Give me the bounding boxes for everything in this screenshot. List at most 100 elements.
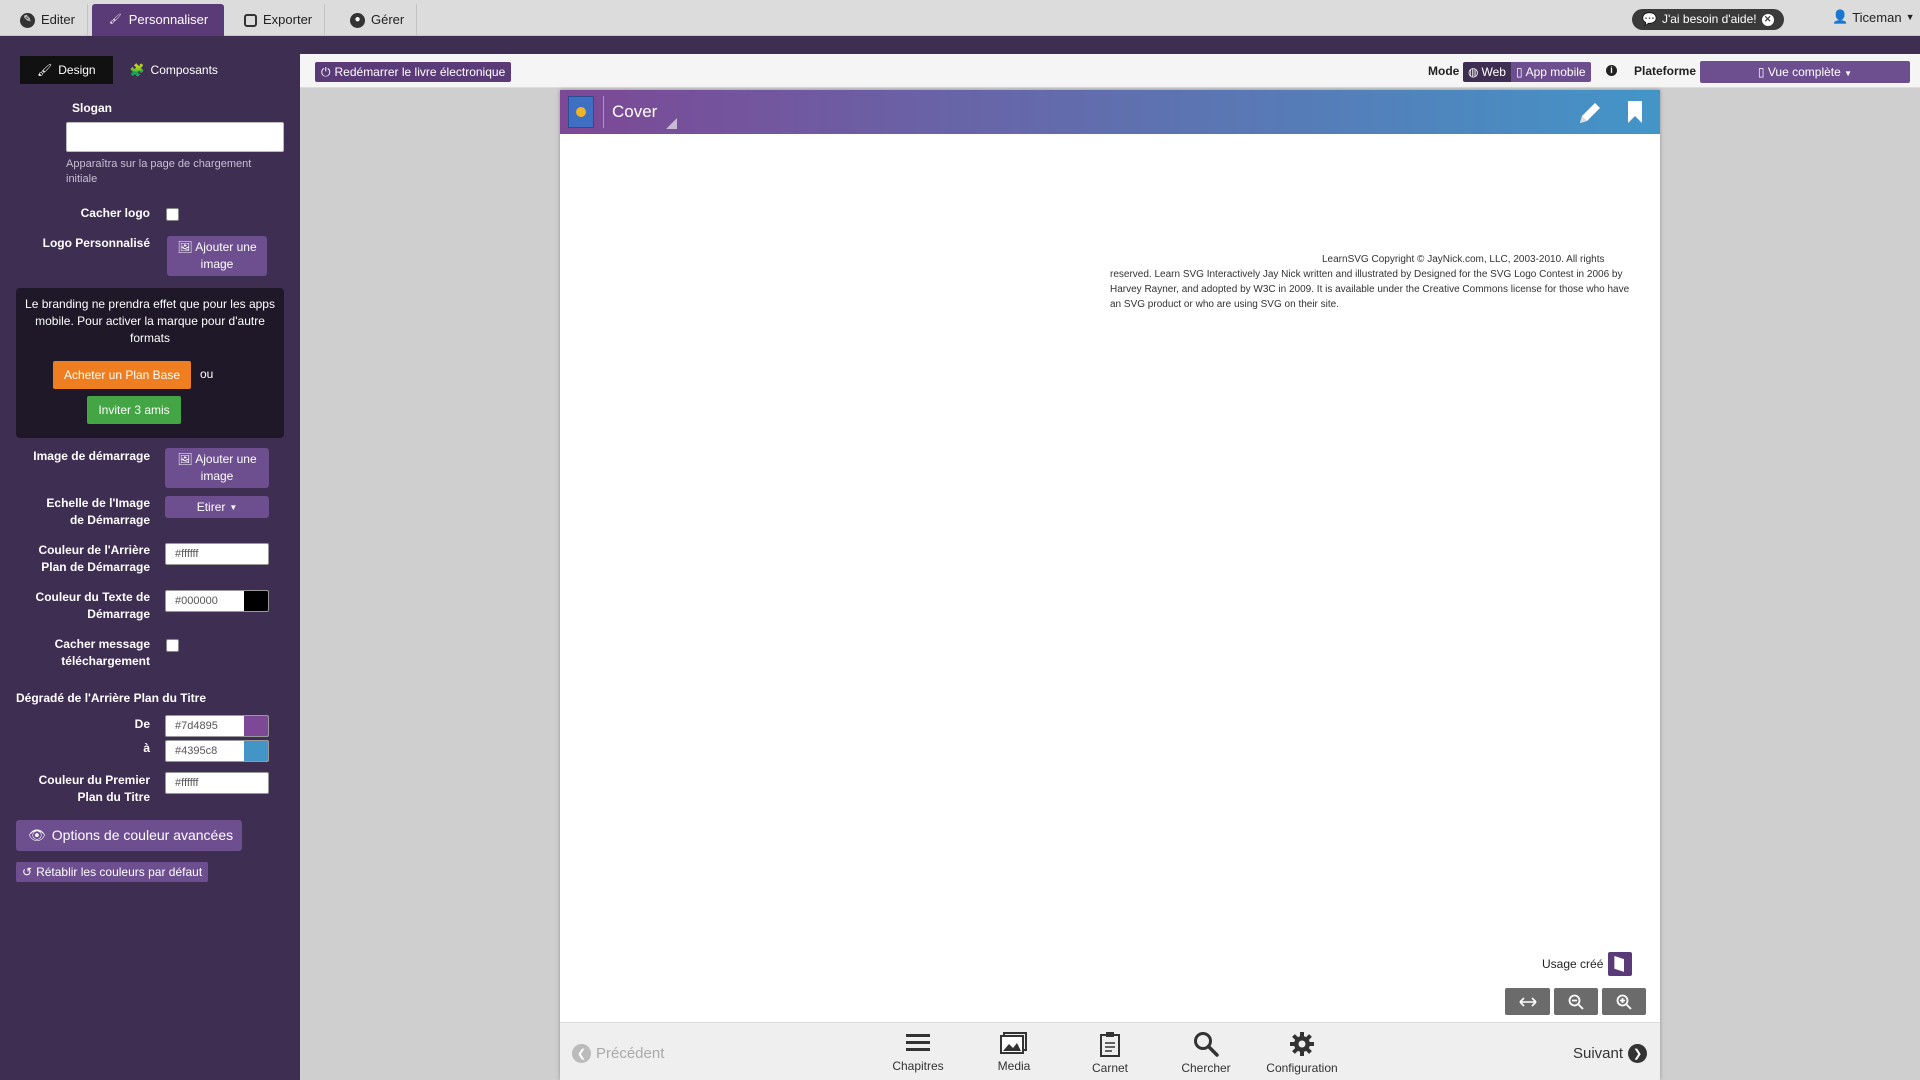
reset-colors-label: Rétablir les couleurs par défaut	[36, 865, 203, 879]
next-label: Suivant	[1573, 1045, 1624, 1062]
gradient-from-label: De	[134, 717, 150, 731]
startup-image-label: Image de démarrage	[33, 449, 150, 463]
title-fg-color-field[interactable]: #ffffff	[165, 772, 269, 794]
subtab-composants[interactable]: 🧩 Composants	[113, 56, 235, 84]
help-button[interactable]: 💬 J'ai besoin d'aide! ✕	[1632, 9, 1784, 30]
zoom-out-button[interactable]	[1554, 988, 1598, 1015]
previous-button[interactable]: ❮ Précédent	[572, 1044, 664, 1063]
fit-width-button[interactable]	[1505, 988, 1550, 1015]
startup-text-color-value: #000000	[175, 595, 218, 607]
buy-plan-button[interactable]: Acheter un Plan Base	[53, 361, 191, 389]
info-icon[interactable]: i	[1606, 65, 1617, 76]
usage-created: Usage créé	[1542, 952, 1633, 976]
header-stripe	[0, 36, 1920, 54]
close-icon[interactable]: ✕	[1761, 13, 1774, 26]
nav-chercher[interactable]: Chercher	[1166, 1031, 1246, 1075]
image-icon: 🖼	[177, 452, 193, 466]
zoom-out-icon	[1568, 994, 1584, 1010]
nav-chapitres[interactable]: Chapitres	[878, 1031, 958, 1073]
mode-web-label: Web	[1481, 65, 1506, 79]
tab-personnaliser[interactable]: 🖌 Personnaliser	[92, 4, 224, 36]
ebook-preview: Cover LearnSVG Copyright © JayNick.com, …	[560, 90, 1660, 1080]
pencil-icon[interactable]	[1576, 99, 1604, 127]
ebook-title-bar: Cover	[560, 90, 1660, 134]
gradient-from-field[interactable]: #7d4895	[165, 715, 269, 737]
hide-download-checkbox[interactable]	[166, 639, 179, 652]
tab-exporter-label: Exporter	[263, 12, 313, 27]
mode-web-button[interactable]: ◍ Web	[1463, 62, 1511, 82]
tab-gerer[interactable]: ● Gérer	[338, 4, 418, 36]
branding-notice-text: Le branding ne prendra effet que pour le…	[25, 297, 275, 345]
startup-scale-dropdown[interactable]: Etirer ▼	[165, 496, 269, 518]
gradient-from-value: #7d4895	[175, 720, 218, 732]
startup-text-color-field[interactable]: #000000	[165, 590, 269, 612]
reset-colors-button[interactable]: ↺ Rétablir les couleurs par défaut	[16, 862, 208, 882]
book-logo-icon[interactable]	[1608, 952, 1633, 976]
add-startup-image-label: Ajouter une image	[195, 452, 257, 483]
startup-scale-value: Etirer	[196, 499, 226, 514]
zoom-in-icon	[1616, 994, 1632, 1010]
advanced-color-options-button[interactable]: 👁 Options de couleur avancées	[16, 820, 242, 851]
startup-bg-color-label: Couleur de l'Arrière Plan de Démarrage	[38, 543, 150, 574]
gradient-to-field[interactable]: #4395c8	[165, 740, 269, 762]
mode-label: Mode	[1428, 64, 1460, 78]
gradient-from-swatch[interactable]	[244, 716, 268, 736]
power-icon: ⏻	[321, 65, 331, 79]
nav-chercher-label: Chercher	[1181, 1061, 1231, 1075]
tab-editer[interactable]: ✎ Editer	[8, 4, 88, 36]
preview-toolbar: ⏻ Redémarrer le livre électronique Mode …	[300, 54, 1920, 88]
startup-bg-color-field[interactable]: #ffffff	[165, 543, 269, 565]
previous-label: Précédent	[596, 1045, 665, 1062]
gradient-to-swatch[interactable]	[244, 741, 268, 761]
chevron-right-icon: ❯	[1628, 1044, 1648, 1063]
add-startup-image-button[interactable]: 🖼 Ajouter une image	[165, 448, 269, 488]
customize-sidebar: 🖌 Design 🧩 Composants Slogan Apparaîtra …	[0, 54, 300, 1080]
slogan-input[interactable]	[66, 122, 284, 152]
subtab-design-label: Design	[58, 63, 96, 77]
user-menu[interactable]: 👤 Ticeman ▼	[1832, 9, 1914, 25]
add-logo-image-button[interactable]: 🖼 Ajouter une image	[167, 236, 267, 276]
hide-logo-checkbox[interactable]	[166, 208, 179, 221]
subtab-design[interactable]: 🖌 Design	[20, 56, 113, 84]
cover-thumbnail[interactable]	[568, 96, 594, 128]
sidebar-subtabs: 🖌 Design 🧩 Composants	[20, 56, 235, 84]
chevron-left-icon: ❮	[572, 1044, 591, 1063]
mode-app-label: App mobile	[1525, 65, 1586, 79]
nav-configuration-label: Configuration	[1266, 1061, 1338, 1075]
pencil-icon: ✎	[20, 12, 35, 28]
arrows-horizontal-icon	[1518, 996, 1537, 1007]
zoom-in-button[interactable]	[1602, 988, 1646, 1015]
nav-configuration[interactable]: Configuration	[1262, 1031, 1342, 1075]
platform-value: Vue complète	[1767, 65, 1841, 79]
gradient-to-label: à	[143, 741, 150, 755]
chat-icon: 💬	[1642, 12, 1657, 26]
nav-media[interactable]: Media	[974, 1031, 1054, 1073]
mode-app-button[interactable]: ▯ App mobile	[1510, 62, 1591, 82]
title-separator	[603, 96, 604, 128]
nav-carnet-label: Carnet	[1091, 1061, 1129, 1075]
nav-media-label: Media	[997, 1059, 1031, 1073]
mode-toggle: ◍ Web ▯ App mobile	[1463, 62, 1591, 82]
restart-ebook-button[interactable]: ⏻ Redémarrer le livre électronique	[315, 62, 512, 82]
custom-logo-label: Logo Personnalisé	[42, 236, 150, 250]
bookmark-icon[interactable]	[1627, 100, 1643, 124]
tab-exporter[interactable]: Exporter	[232, 4, 326, 36]
startup-text-color-swatch[interactable]	[244, 591, 268, 611]
mobile-icon: ▯	[1515, 65, 1523, 79]
invite-friends-button[interactable]: Inviter 3 amis	[87, 396, 181, 424]
title-fg-color-label: Couleur du Premier Plan du Titre	[38, 773, 150, 804]
startup-text-color-label: Couleur du Texte de Démarrage	[35, 590, 150, 621]
ebook-page-title: Cover	[612, 102, 658, 121]
platform-dropdown[interactable]: ▯ Vue complète ▼	[1700, 61, 1910, 83]
caret-down-icon: ▼	[229, 502, 238, 512]
advanced-color-options-label: Options de couleur avancées	[51, 827, 234, 843]
help-label: J'ai besoin d'aide!	[1661, 12, 1757, 26]
export-icon	[244, 13, 257, 27]
add-logo-image-label: Ajouter une image	[195, 240, 257, 271]
search-icon	[1194, 1032, 1219, 1057]
restart-ebook-label: Redémarrer le livre électronique	[334, 65, 506, 79]
next-button[interactable]: Suivant ❯	[1573, 1044, 1648, 1063]
platform-label: Plateforme	[1634, 64, 1697, 78]
nav-carnet[interactable]: Carnet	[1070, 1031, 1150, 1075]
tab-personnaliser-label: Personnaliser	[128, 12, 209, 27]
